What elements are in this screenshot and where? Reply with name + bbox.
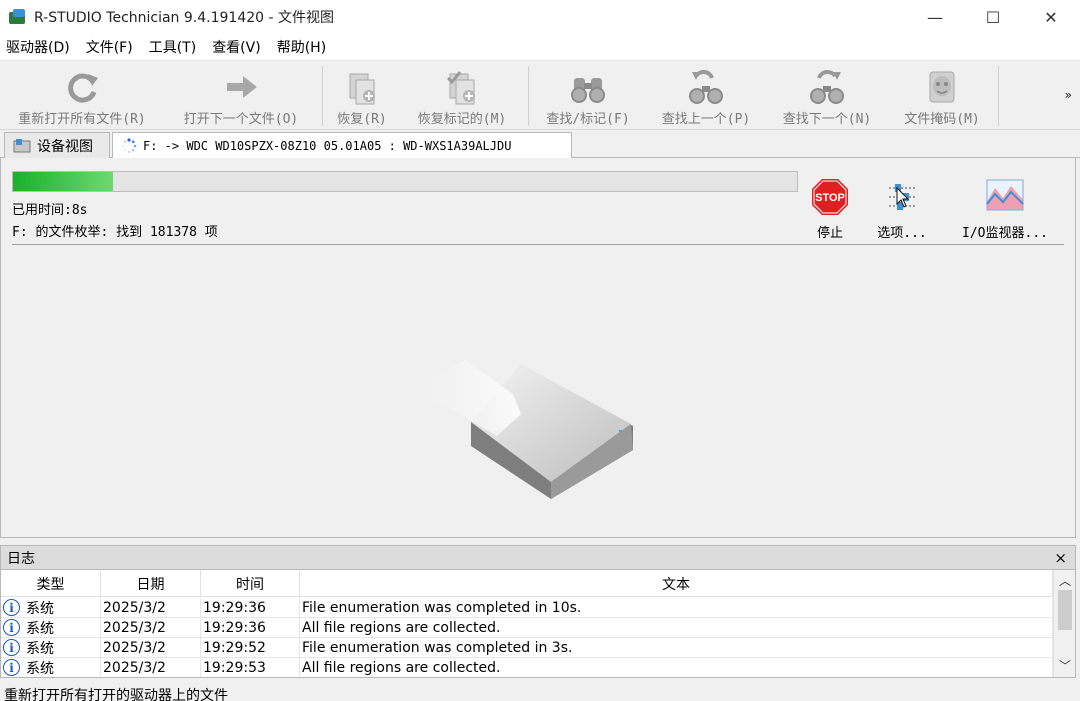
stop-label: 停止 (816, 226, 843, 241)
tab-device-view-label: 设备视图 (37, 139, 93, 155)
scroll-up-icon[interactable]: ︿ (1054, 572, 1075, 589)
log-text: All file regions are collected. (300, 657, 1053, 677)
log-table: 类型 日期 时间 文本 i 系统 2025/3/2 19:29:36 File e… (0, 570, 1076, 678)
log-type: 系统 (26, 660, 54, 677)
scroll-down-icon[interactable]: ﹀ (1054, 657, 1075, 674)
log-row[interactable]: i 系统 2025/3/2 19:29:53 All file regions a… (1, 657, 1053, 677)
log-panel-header: 日志 × (0, 545, 1076, 570)
log-text: File enumeration was completed in 3s. (300, 637, 1053, 658)
progress-fill (13, 172, 113, 191)
column-date[interactable]: 日期 (101, 570, 201, 597)
reopen-all-files-button[interactable]: 重新打开所有文件(R) (4, 62, 160, 130)
log-date: 2025/3/2 (101, 657, 201, 677)
toolbar-separator (528, 66, 529, 126)
find-previous-icon (689, 70, 723, 104)
column-type[interactable]: 类型 (1, 570, 101, 597)
stop-button[interactable]: STOP 停止 (807, 178, 853, 241)
toolbar: 重新打开所有文件(R) 打开下一个文件(O) 恢复(R) 恢复标记的(M) 查找… (0, 62, 1080, 130)
options-label: 选项... (877, 226, 927, 241)
recover-marked-icon (446, 71, 475, 105)
log-type: 系统 (26, 600, 54, 617)
log-row[interactable]: i 系统 2025/3/2 19:29:36 All file regions a… (1, 617, 1053, 638)
divider (12, 244, 1064, 245)
menu-tools[interactable]: 工具(T) (149, 37, 196, 57)
menu-file[interactable]: 文件(F) (86, 37, 133, 57)
maximize-button[interactable]: ☐ (964, 0, 1022, 34)
log-row[interactable]: i 系统 2025/3/2 19:29:52 File enumeration w… (1, 637, 1053, 658)
log-time: 19:29:36 (201, 617, 300, 638)
info-icon: i (3, 619, 20, 636)
scan-progress-bar (12, 171, 798, 192)
file-mask-icon (929, 71, 955, 103)
elapsed-time: 已用时间:8s (12, 203, 88, 218)
enumeration-status: F: 的文件枚举: 找到 181378 项 (12, 225, 218, 240)
info-icon: i (3, 639, 20, 656)
stop-icon: STOP (812, 179, 848, 215)
title-bar: R-STUDIO Technician 9.4.191420 - 文件视图 — … (0, 0, 1080, 34)
scan-progress-panel: 已用时间:8s F: 的文件枚举: 找到 181378 项 STOP 停止 选项… (0, 158, 1076, 538)
find-next-button[interactable]: 查找下一个(N) (772, 62, 882, 130)
options-button[interactable]: 选项... (869, 178, 935, 241)
file-mask-button[interactable]: 文件掩码(M) (894, 62, 990, 130)
app-logo-icon (8, 8, 28, 26)
window-controls: — ☐ ✕ (906, 0, 1080, 34)
io-monitor-button[interactable]: I/O监视器... (955, 178, 1055, 241)
log-date: 2025/3/2 (101, 617, 201, 638)
minimize-button[interactable]: — (906, 0, 964, 34)
stop-sign-text: STOP (815, 192, 845, 204)
recover-button[interactable]: 恢复(R) (330, 62, 394, 130)
menu-help[interactable]: 帮助(H) (277, 37, 326, 57)
recover-marked-button[interactable]: 恢复标记的(M) (404, 62, 520, 130)
log-time: 19:29:53 (201, 657, 300, 677)
log-type: 系统 (26, 640, 54, 657)
scroll-thumb[interactable] (1058, 590, 1072, 630)
tab-file-view[interactable]: F: -> WDC WD10SPZX-08Z10 05.01A05 : WD-W… (112, 132, 572, 159)
menu-drives[interactable]: 驱动器(D) (6, 37, 70, 57)
toolbar-separator (322, 66, 323, 126)
hard-drive-illustration-icon (407, 360, 633, 499)
menu-bar: 驱动器(D) 文件(F) 工具(T) 查看(V) 帮助(H) (0, 34, 1080, 61)
io-monitor-icon (986, 179, 1024, 211)
info-icon: i (3, 599, 20, 616)
spinner-icon (122, 138, 137, 154)
log-row[interactable]: i 系统 2025/3/2 19:29:36 File enumeration w… (1, 597, 1053, 618)
refresh-icon (68, 73, 98, 103)
toolbar-separator (998, 66, 999, 126)
log-type: 系统 (26, 620, 54, 637)
log-table-header: 类型 日期 时间 文本 (1, 570, 1053, 597)
tab-file-view-label: F: -> WDC WD10SPZX-08Z10 05.01A05 : WD-W… (143, 139, 512, 153)
recover-icon (349, 73, 375, 105)
io-monitor-label: I/O监视器... (962, 226, 1048, 241)
log-date: 2025/3/2 (101, 597, 201, 618)
options-icon (889, 184, 915, 210)
column-text[interactable]: 文本 (300, 570, 1053, 597)
log-scrollbar[interactable]: ︿ ﹀ (1053, 570, 1075, 677)
column-time[interactable]: 时间 (201, 570, 300, 597)
open-next-file-button[interactable]: 打开下一个文件(O) (166, 62, 316, 130)
toolbar-overflow-button[interactable]: » (1065, 88, 1072, 102)
log-text: All file regions are collected. (300, 617, 1053, 638)
arrow-right-icon (227, 76, 257, 98)
log-close-button[interactable]: × (1054, 549, 1067, 567)
log-time: 19:29:52 (201, 637, 300, 658)
device-view-icon (13, 139, 31, 153)
log-text: File enumeration was completed in 10s. (300, 597, 1053, 618)
menu-view[interactable]: 查看(V) (212, 37, 261, 57)
close-button[interactable]: ✕ (1022, 0, 1080, 34)
window-title: R-STUDIO Technician 9.4.191420 - 文件视图 (34, 10, 334, 26)
find-mark-button[interactable]: 查找/标记(F) (536, 62, 640, 130)
log-title: 日志 (7, 550, 35, 567)
binoculars-icon (571, 78, 605, 103)
view-tabs: 设备视图 F: -> WDC WD10SPZX-08Z10 05.01A05 :… (0, 130, 1080, 159)
status-bar: 重新打开所有打开的驱动器上的文件 (0, 680, 1080, 701)
find-previous-button[interactable]: 查找上一个(P) (652, 62, 760, 130)
log-time: 19:29:36 (201, 597, 300, 618)
tab-device-view[interactable]: 设备视图 (4, 132, 110, 159)
info-icon: i (3, 659, 20, 676)
find-next-icon (810, 70, 844, 104)
log-date: 2025/3/2 (101, 637, 201, 658)
